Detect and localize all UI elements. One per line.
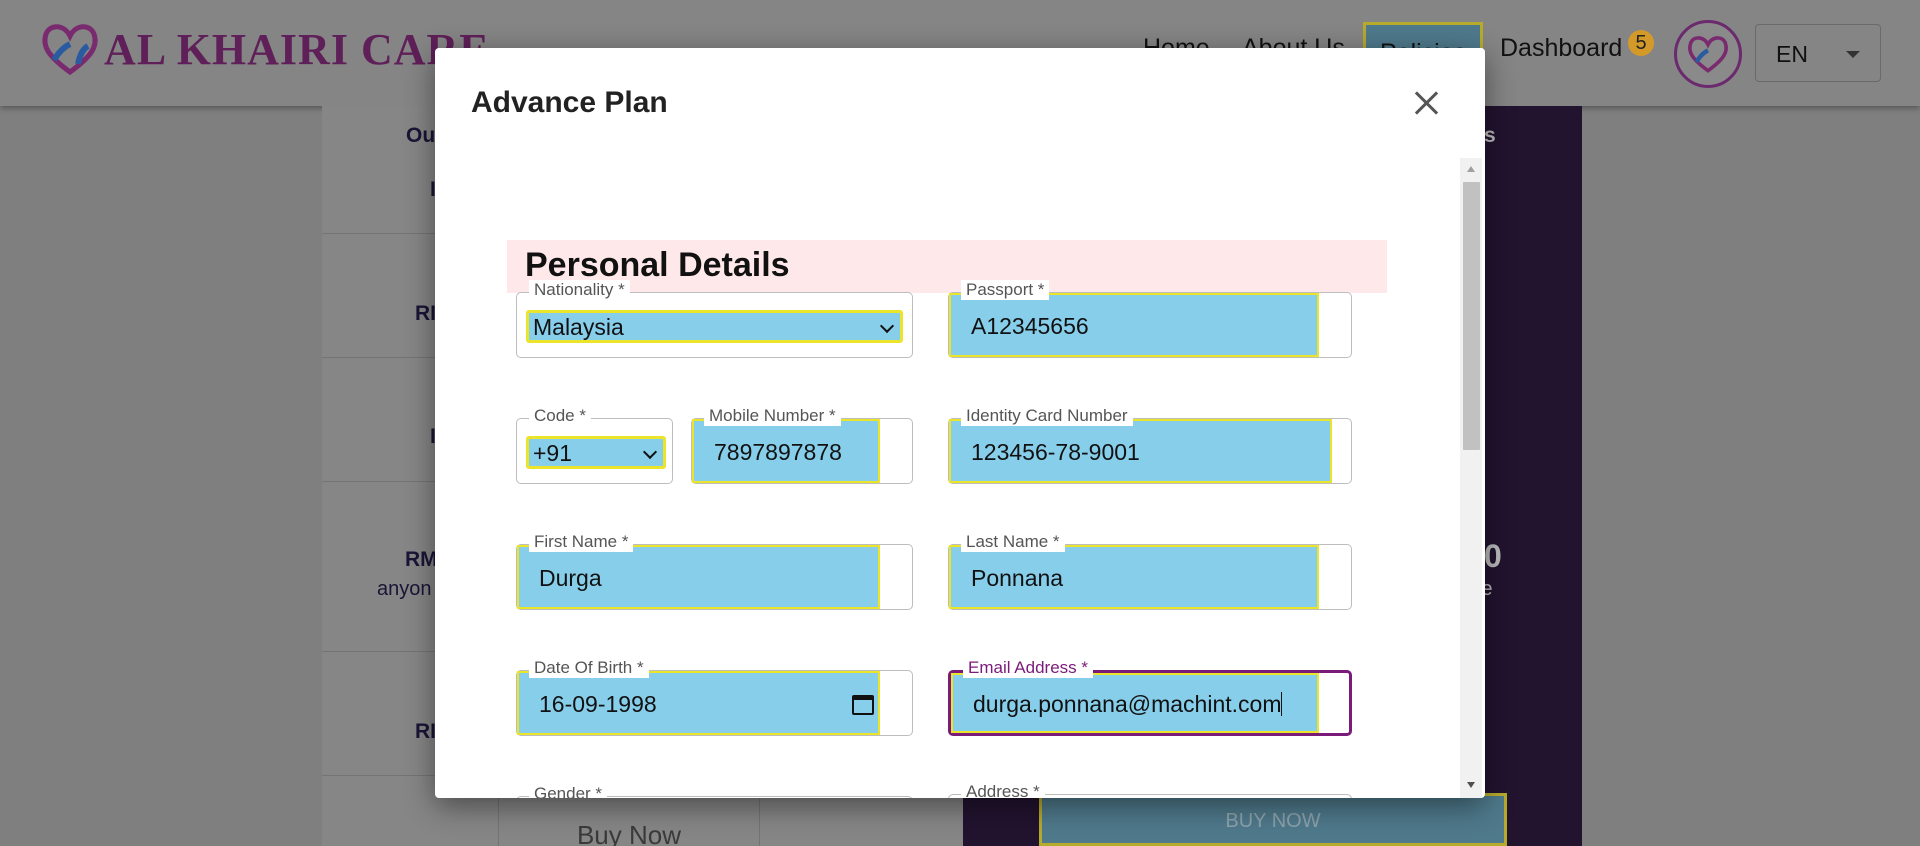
nav-dashboard[interactable]: Dashboard <box>1500 34 1622 63</box>
code-label: Code * <box>529 406 591 426</box>
mobile-label: Mobile Number * <box>704 406 841 426</box>
notification-bell-icon[interactable]: 5 <box>1628 30 1658 64</box>
modal-scrollbar[interactable] <box>1460 158 1482 798</box>
caret-down-icon <box>1846 51 1860 58</box>
passport-input[interactable]: A12345656 <box>949 293 1319 357</box>
scroll-down-arrow-icon[interactable] <box>1467 782 1475 788</box>
email-field: durga.ponnana@machint.com Email Address … <box>948 658 1352 736</box>
table-column-header: Ou <box>406 124 436 147</box>
scroll-thumb[interactable] <box>1463 182 1480 450</box>
email-label: Email Address * <box>963 658 1093 678</box>
code-select[interactable]: +91 <box>526 436 666 469</box>
scroll-up-arrow-icon[interactable] <box>1467 166 1475 172</box>
nationality-value: Malaysia <box>533 314 624 340</box>
language-select[interactable]: EN <box>1755 24 1881 82</box>
last-name-input[interactable]: Ponnana <box>949 545 1319 609</box>
table-row-text: anyon <box>377 578 432 600</box>
notification-count: 5 <box>1628 30 1654 56</box>
table-row-label: RI <box>415 302 436 325</box>
modal-title: Advance Plan <box>471 86 668 119</box>
buy-now-button-right[interactable]: BUY NOW <box>1039 793 1507 846</box>
code-field: Code * +91 <box>516 406 673 484</box>
modal-body: Personal Details Nationality * Malaysia … <box>435 158 1460 798</box>
table-row-label: RI <box>415 720 436 743</box>
logo-text: AL KHAIRI CARE <box>104 24 490 74</box>
last-name-field: Ponnana Last Name * <box>948 532 1352 610</box>
dob-label: Date Of Birth * <box>529 658 649 678</box>
avatar[interactable] <box>1674 20 1742 88</box>
section-title: Personal Details <box>525 246 790 284</box>
nationality-select[interactable]: Malaysia <box>526 310 903 343</box>
last-name-label: Last Name * <box>961 532 1065 552</box>
chevron-down-icon <box>642 444 658 460</box>
buy-now-button-left[interactable]: Buy Now <box>498 798 760 846</box>
close-icon[interactable] <box>1405 84 1447 126</box>
email-value: durga.ponnana@machint.com <box>973 691 1282 717</box>
chevron-down-icon <box>879 318 895 334</box>
text-cursor <box>1281 692 1283 716</box>
first-name-field: Durga First Name * <box>516 532 913 610</box>
identity-card-label: Identity Card Number <box>961 406 1133 426</box>
first-name-label: First Name * <box>529 532 634 552</box>
passport-field: A12345656 Passport * <box>948 280 1352 358</box>
heart-avatar-icon <box>1688 36 1728 73</box>
section-header: Personal Details <box>507 240 1387 293</box>
identity-card-field: 123456-78-9001 Identity Card Number <box>948 406 1352 484</box>
identity-card-input[interactable]: 123456-78-9001 <box>949 419 1332 483</box>
calendar-icon[interactable] <box>852 695 874 715</box>
first-name-input[interactable]: Durga <box>517 545 880 609</box>
gender-field[interactable]: Gender * <box>516 784 913 798</box>
nationality-label: Nationality * <box>529 280 630 300</box>
advance-plan-modal: Advance Plan Personal Details Nationalit… <box>435 48 1485 798</box>
site-logo[interactable]: AL KHAIRI CARE <box>40 20 490 78</box>
heart-hands-logo-icon <box>42 24 98 76</box>
code-value: +91 <box>533 440 573 466</box>
passport-label: Passport * <box>961 280 1050 300</box>
email-input[interactable]: durga.ponnana@machint.com <box>951 673 1319 733</box>
dob-input[interactable]: 16-09-1998 <box>517 671 880 735</box>
address-field[interactable]: Address * <box>948 782 1352 798</box>
gender-label: Gender * <box>529 784 608 798</box>
dob-value: 16-09-1998 <box>539 691 657 717</box>
plan-column-header: s <box>1484 124 1496 147</box>
mobile-field: 7897897878 Mobile Number * <box>691 406 913 484</box>
dob-field: 16-09-1998 Date Of Birth * <box>516 658 913 736</box>
mobile-input[interactable]: 7897897878 <box>692 419 880 483</box>
nationality-field: Nationality * Malaysia <box>516 280 913 358</box>
language-value: EN <box>1776 41 1808 67</box>
table-row-label: RM <box>405 548 438 571</box>
plan-price: 0 <box>1484 538 1502 574</box>
address-label: Address * <box>961 782 1045 798</box>
